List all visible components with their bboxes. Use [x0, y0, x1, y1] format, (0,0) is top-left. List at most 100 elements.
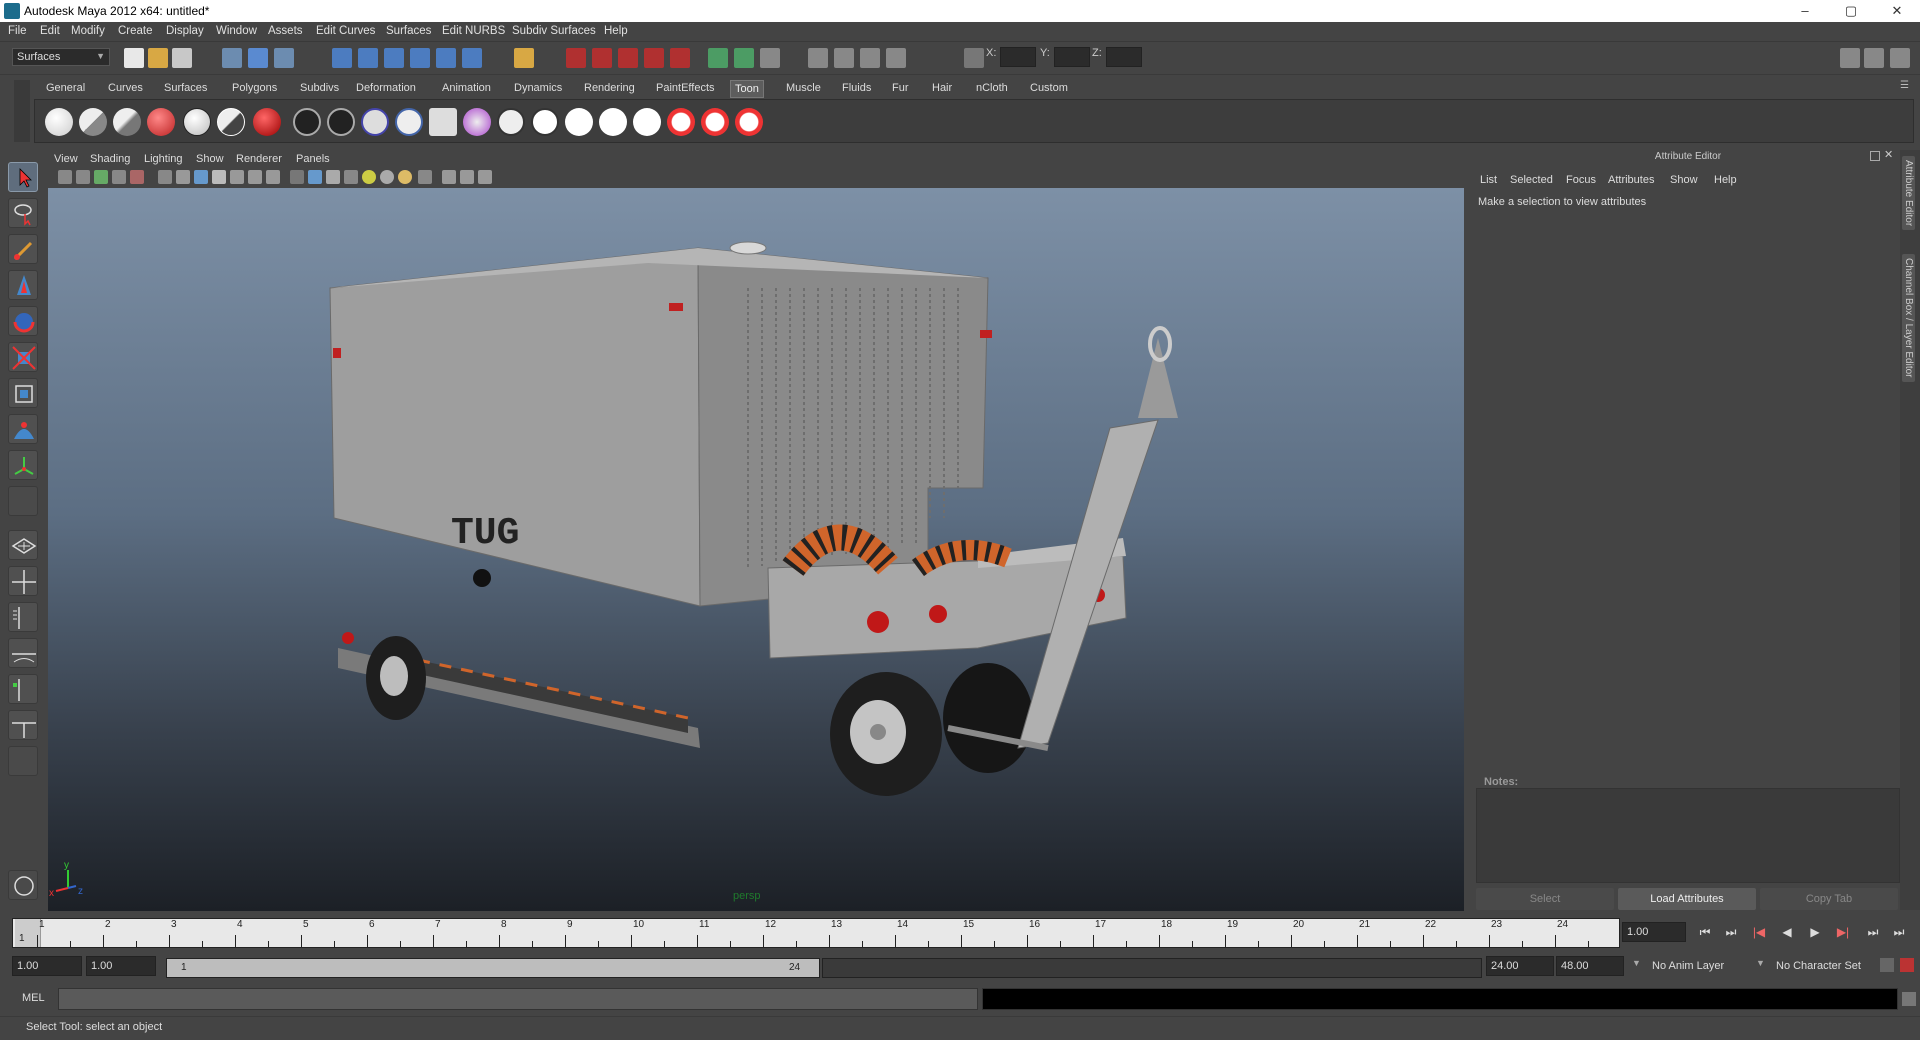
menu-subdiv-surfaces[interactable]: Subdiv Surfaces — [512, 25, 596, 37]
z-coordinate-field[interactable] — [1106, 47, 1142, 67]
render-settings-icon[interactable] — [618, 48, 638, 68]
tab-attribute-editor[interactable]: Attribute Editor — [1902, 156, 1915, 231]
universal-manipulator-icon[interactable] — [8, 378, 38, 408]
film-gate-icon[interactable] — [176, 170, 190, 184]
playback-end-field[interactable]: 24.00 — [1486, 956, 1554, 976]
ipr-render-icon[interactable] — [592, 48, 612, 68]
toggle-panel-icon[interactable] — [834, 48, 854, 68]
attr-menu-selected[interactable]: Selected — [1510, 174, 1553, 186]
tab-custom[interactable]: Custom — [1026, 82, 1072, 94]
time-slider[interactable]: 1 1 2 3 4 5 6 7 8 9 10 11 12 13 14 15 16 17 18 19 20 21 22 23 2… — [12, 918, 1620, 948]
image-plane-icon[interactable] — [112, 170, 126, 184]
panel-menu-show[interactable]: Show — [196, 153, 224, 165]
menu-edit-nurbs[interactable]: Edit NURBS — [442, 25, 505, 37]
reverse-normals-icon[interactable] — [361, 108, 389, 136]
input-line-icon[interactable] — [708, 48, 728, 68]
save-scene-icon[interactable] — [172, 48, 192, 68]
paint-select-tool-icon[interactable] — [8, 234, 38, 264]
glass-icon[interactable] — [253, 108, 281, 136]
wireframe-on-shaded-icon[interactable] — [326, 170, 340, 184]
step-forward-frame-icon[interactable]: ▶| — [1834, 925, 1852, 941]
close-button[interactable]: ✕ — [1874, 0, 1920, 22]
make-live-icon[interactable] — [436, 48, 456, 68]
shelf-handle[interactable] — [14, 80, 30, 142]
float-panel-icon[interactable] — [1870, 151, 1880, 161]
metal-icon[interactable] — [217, 108, 245, 136]
offset-icon[interactable] — [531, 108, 559, 136]
chevron-down-icon[interactable]: ▼ — [1632, 958, 1641, 968]
script-editor-icon[interactable] — [1902, 992, 1916, 1006]
snap-curve-icon[interactable] — [358, 48, 378, 68]
shadows-icon[interactable] — [398, 170, 412, 184]
tab-general[interactable]: General — [42, 82, 89, 94]
safe-action-icon[interactable] — [248, 170, 262, 184]
lips-icon[interactable] — [701, 108, 729, 136]
attr-menu-focus[interactable]: Focus — [1566, 174, 1596, 186]
select-button[interactable]: Select — [1476, 888, 1614, 910]
safe-title-icon[interactable] — [266, 170, 280, 184]
end-time-field[interactable]: 48.00 — [1556, 956, 1624, 976]
tab-ncloth[interactable]: nCloth — [972, 82, 1012, 94]
show-manipulator-icon[interactable] — [8, 450, 38, 480]
gate-mask-icon[interactable] — [212, 170, 226, 184]
lasso-tool-icon[interactable] — [8, 198, 38, 228]
panel-menu-view[interactable]: View — [54, 153, 78, 165]
xray-icon[interactable] — [418, 170, 432, 184]
soft-modification-icon[interactable] — [8, 414, 38, 444]
scale-tool-icon[interactable] — [8, 342, 38, 372]
new-scene-icon[interactable] — [124, 48, 144, 68]
use-default-lighting-icon[interactable] — [362, 170, 376, 184]
perspective-viewport[interactable]: TUG y x z persp — [48, 188, 1464, 911]
select-camera-icon[interactable] — [58, 170, 72, 184]
two-tone-icon[interactable] — [79, 108, 107, 136]
circle-highlight-icon[interactable] — [183, 108, 211, 136]
tab-hair[interactable]: Hair — [928, 82, 956, 94]
menu-assets[interactable]: Assets — [268, 25, 303, 37]
notes-field[interactable] — [1476, 788, 1900, 883]
high-quality-rendering-icon[interactable] — [460, 170, 474, 184]
history-icon[interactable] — [462, 48, 482, 68]
snap-point-icon[interactable] — [384, 48, 404, 68]
tab-subdivs[interactable]: Subdivs — [296, 82, 343, 94]
move-tool-icon[interactable] — [8, 270, 38, 300]
wireframe-icon[interactable] — [290, 170, 304, 184]
toggle-panel-icon[interactable] — [886, 48, 906, 68]
character-set-dropdown[interactable]: No Character Set — [1776, 960, 1861, 972]
x-coordinate-field[interactable] — [1000, 47, 1036, 67]
attr-menu-show[interactable]: Show — [1670, 174, 1698, 186]
snap-grid-icon[interactable] — [332, 48, 352, 68]
render-view-icon[interactable] — [670, 48, 690, 68]
show-attribute-editor-icon[interactable] — [1840, 48, 1860, 68]
transform-coordinates-icon[interactable] — [964, 48, 984, 68]
start-time-field[interactable]: 1.00 — [12, 956, 82, 976]
lips-icon[interactable] — [735, 108, 763, 136]
anim-layer-dropdown[interactable]: No Anim Layer — [1652, 960, 1724, 972]
persp-outliner-layout-icon[interactable] — [8, 602, 38, 632]
panel-menu-renderer[interactable]: Renderer — [236, 153, 282, 165]
four-view-layout-icon[interactable] — [8, 566, 38, 596]
hypershade-icon[interactable] — [644, 48, 664, 68]
tab-curves[interactable]: Curves — [104, 82, 147, 94]
camera-attributes-icon[interactable] — [76, 170, 90, 184]
play-backwards-icon[interactable]: ◀ — [1778, 925, 1796, 941]
y-coordinate-field[interactable] — [1054, 47, 1090, 67]
show-tool-settings-icon[interactable] — [1864, 48, 1884, 68]
play-forwards-icon[interactable]: ▶ — [1806, 925, 1824, 941]
step-forward-key-icon[interactable]: ⏭ — [1864, 925, 1882, 941]
menu-help[interactable]: Help — [604, 25, 628, 37]
lock-icon[interactable] — [514, 48, 534, 68]
assign-outline-icon[interactable] — [293, 108, 321, 136]
range-slider[interactable]: 1 24 — [166, 958, 820, 978]
shaded-brightness-icon[interactable] — [113, 108, 141, 136]
shelf-options-icon[interactable]: ☰ — [1900, 80, 1914, 94]
line-icon[interactable] — [565, 108, 593, 136]
tab-rendering[interactable]: Rendering — [580, 82, 639, 94]
script-editor-icon[interactable] — [808, 48, 828, 68]
tab-polygons[interactable]: Polygons — [228, 82, 281, 94]
isolate-select-icon[interactable] — [442, 170, 456, 184]
textured-icon[interactable] — [344, 170, 358, 184]
range-slider-track[interactable] — [822, 958, 1482, 978]
rename-icon[interactable] — [734, 48, 754, 68]
dark-profile-icon[interactable] — [147, 108, 175, 136]
line-end-icon[interactable] — [633, 108, 661, 136]
